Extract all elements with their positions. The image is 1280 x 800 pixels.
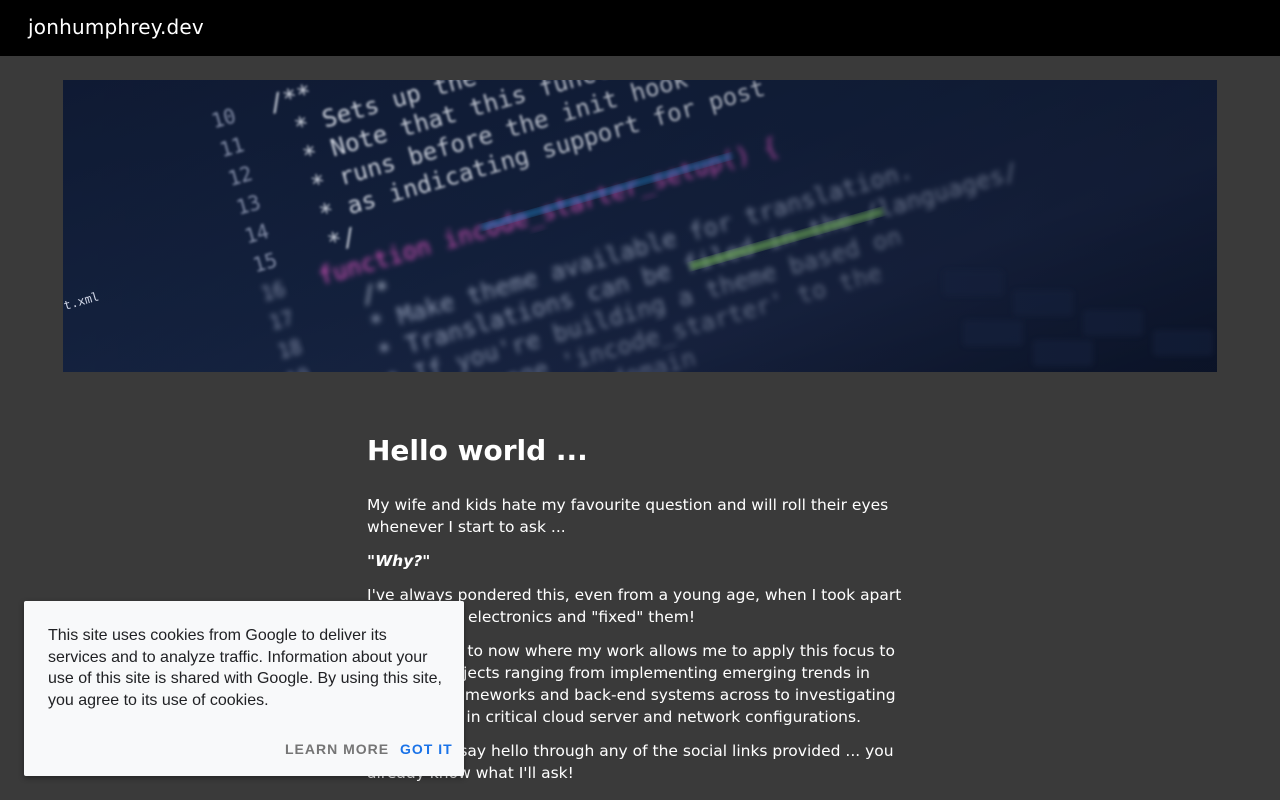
cookie-notice-text: This site uses cookies from Google to de… bbox=[48, 627, 442, 709]
article-paragraph-why: "Why?" bbox=[367, 552, 431, 570]
learn-more-button[interactable]: LEARN MORE bbox=[285, 741, 389, 757]
code-editor-illustration: 10/**11* Sets up the12* Note that this f… bbox=[63, 80, 1217, 372]
site-title-link[interactable]: jonhumphrey.dev bbox=[28, 15, 204, 39]
got-it-button[interactable]: GOT IT bbox=[400, 741, 453, 757]
top-navigation-bar: jonhumphrey.dev bbox=[0, 0, 1280, 56]
article-heading: Hello world ... bbox=[367, 434, 588, 467]
article-paragraph-1: My wife and kids hate my favourite quest… bbox=[367, 496, 889, 536]
cookie-consent-banner: This site uses cookies from Google to de… bbox=[24, 601, 464, 776]
hero-banner-image: 10/**11* Sets up the12* Note that this f… bbox=[63, 80, 1217, 372]
